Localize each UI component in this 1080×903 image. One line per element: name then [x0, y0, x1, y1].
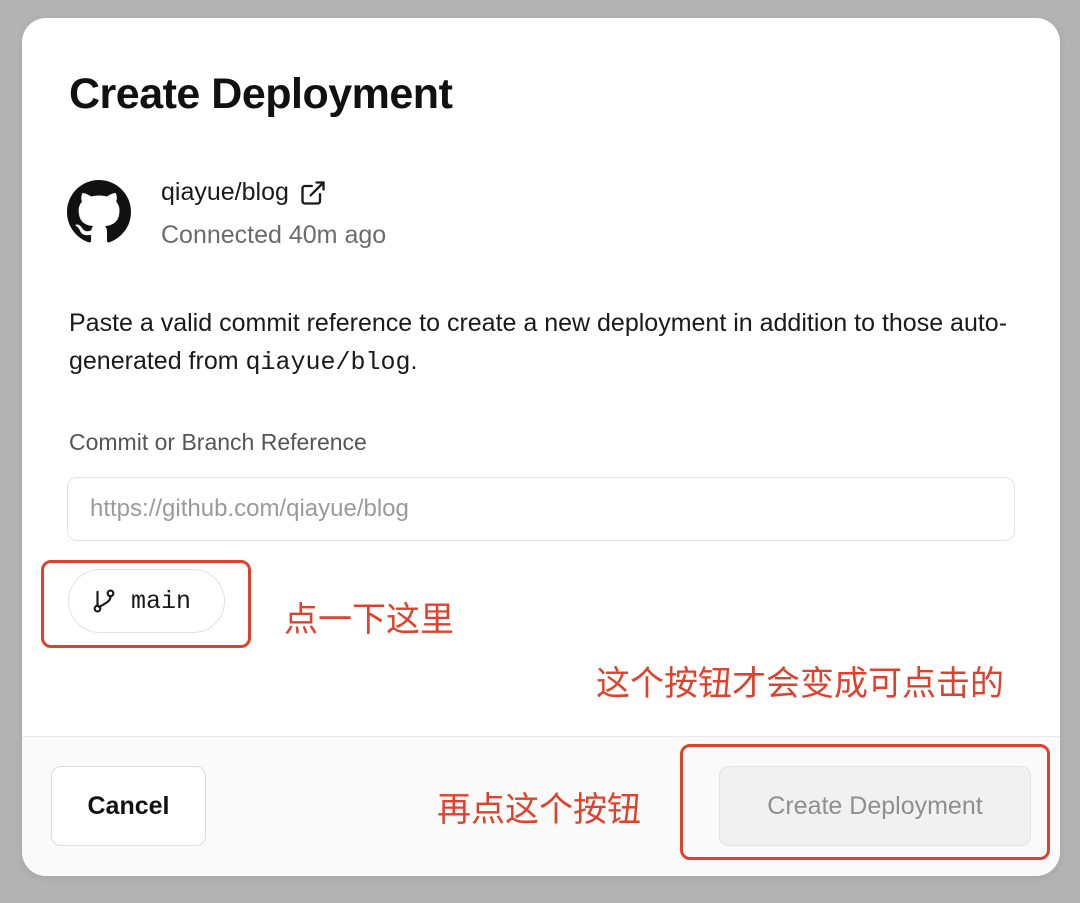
repo-name[interactable]: qiayue/blog	[161, 178, 289, 207]
description-text-main: Paste a valid commit reference to create…	[69, 309, 1008, 375]
repo-link[interactable]: qiayue/blog	[161, 178, 327, 207]
reference-field-label: Commit or Branch Reference	[69, 429, 367, 455]
repo-connection-status: Connected 40m ago	[161, 221, 387, 249]
description-text: Paste a valid commit reference to create…	[69, 304, 1009, 382]
annotation-button-enabled: 这个按钮才会变成可点击的	[596, 664, 1004, 704]
reference-input[interactable]	[67, 477, 1015, 541]
external-link-icon[interactable]	[299, 179, 327, 207]
description-repo-code: qiayue/blog	[245, 348, 411, 377]
annotation-highlight-branch	[41, 560, 251, 648]
cancel-button[interactable]: Cancel	[51, 766, 206, 846]
dialog-title: Create Deployment	[69, 70, 453, 118]
annotation-click-here: 点一下这里	[284, 600, 454, 640]
create-deployment-dialog: Create Deployment qiayue/blog Connected …	[22, 18, 1060, 876]
annotation-click-button: 再点这个按钮	[437, 790, 641, 830]
description-text-end: .	[410, 347, 418, 375]
annotation-highlight-create-button	[680, 744, 1050, 860]
github-icon	[67, 180, 131, 243]
